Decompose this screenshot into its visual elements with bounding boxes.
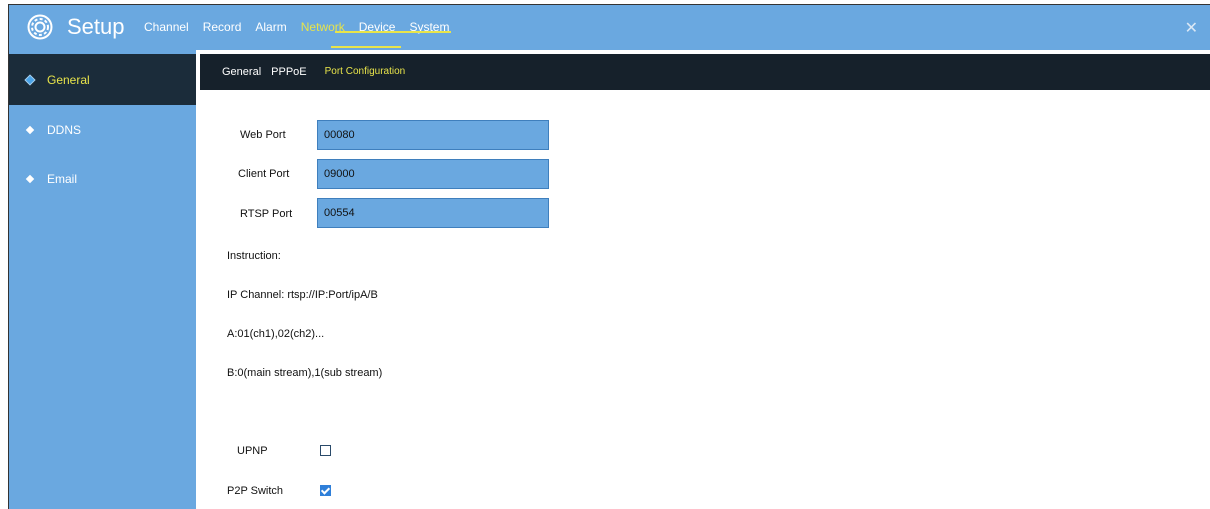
rtsp-port-input[interactable]: 00554 <box>317 198 549 228</box>
client-port-input[interactable]: 09000 <box>317 159 549 189</box>
close-icon[interactable]: ✕ <box>1185 18 1198 38</box>
network-tab-underline <box>331 46 401 48</box>
ip-channel-text: IP Channel: rtsp://IP:Port/ipA/B <box>227 289 378 301</box>
tab-channel[interactable]: Channel <box>144 20 189 34</box>
rtsp-port-label: RTSP Port <box>240 208 293 220</box>
top-bar: Setup Channel Record Alarm Network Devic… <box>9 5 1210 50</box>
bullet-icon <box>25 75 35 84</box>
web-port-label: Web Port <box>240 129 286 141</box>
tab-record[interactable]: Record <box>203 20 242 34</box>
p2p-switch-checkbox[interactable] <box>320 485 331 496</box>
subtab-port-configuration[interactable]: Port Configuration <box>325 66 406 78</box>
sidebar: General DDNS Email <box>9 50 196 509</box>
web-port-input[interactable]: 00080 <box>317 120 549 150</box>
sub-tab-bar: General PPPoE Port Configuration <box>200 54 1210 90</box>
page-title: Setup <box>67 14 125 39</box>
instruction-heading: Instruction: <box>227 250 281 262</box>
client-port-label: Client Port <box>238 168 290 180</box>
upnp-checkbox[interactable] <box>320 445 331 456</box>
stream-b-text: B:0(main stream),1(sub stream) <box>227 367 383 379</box>
sidebar-item-label: DDNS <box>47 122 82 137</box>
gear-icon <box>27 14 53 40</box>
p2p-switch-label: P2P Switch <box>227 485 284 497</box>
sidebar-item-ddns[interactable]: DDNS <box>9 105 196 154</box>
subtab-general[interactable]: General <box>222 66 261 78</box>
tab-alarm[interactable]: Alarm <box>255 20 286 34</box>
bullet-icon <box>25 174 35 183</box>
sidebar-item-label: General <box>47 72 90 87</box>
subtab-underline <box>335 31 451 33</box>
sidebar-item-general[interactable]: General <box>9 54 196 105</box>
upnp-label: UPNP <box>237 445 268 457</box>
channel-a-text: A:01(ch1),02(ch2)... <box>227 328 325 340</box>
subtab-pppoe[interactable]: PPPoE <box>271 66 306 78</box>
sidebar-item-email[interactable]: Email <box>9 154 196 203</box>
sidebar-item-label: Email <box>47 171 78 186</box>
bullet-icon <box>25 125 35 134</box>
